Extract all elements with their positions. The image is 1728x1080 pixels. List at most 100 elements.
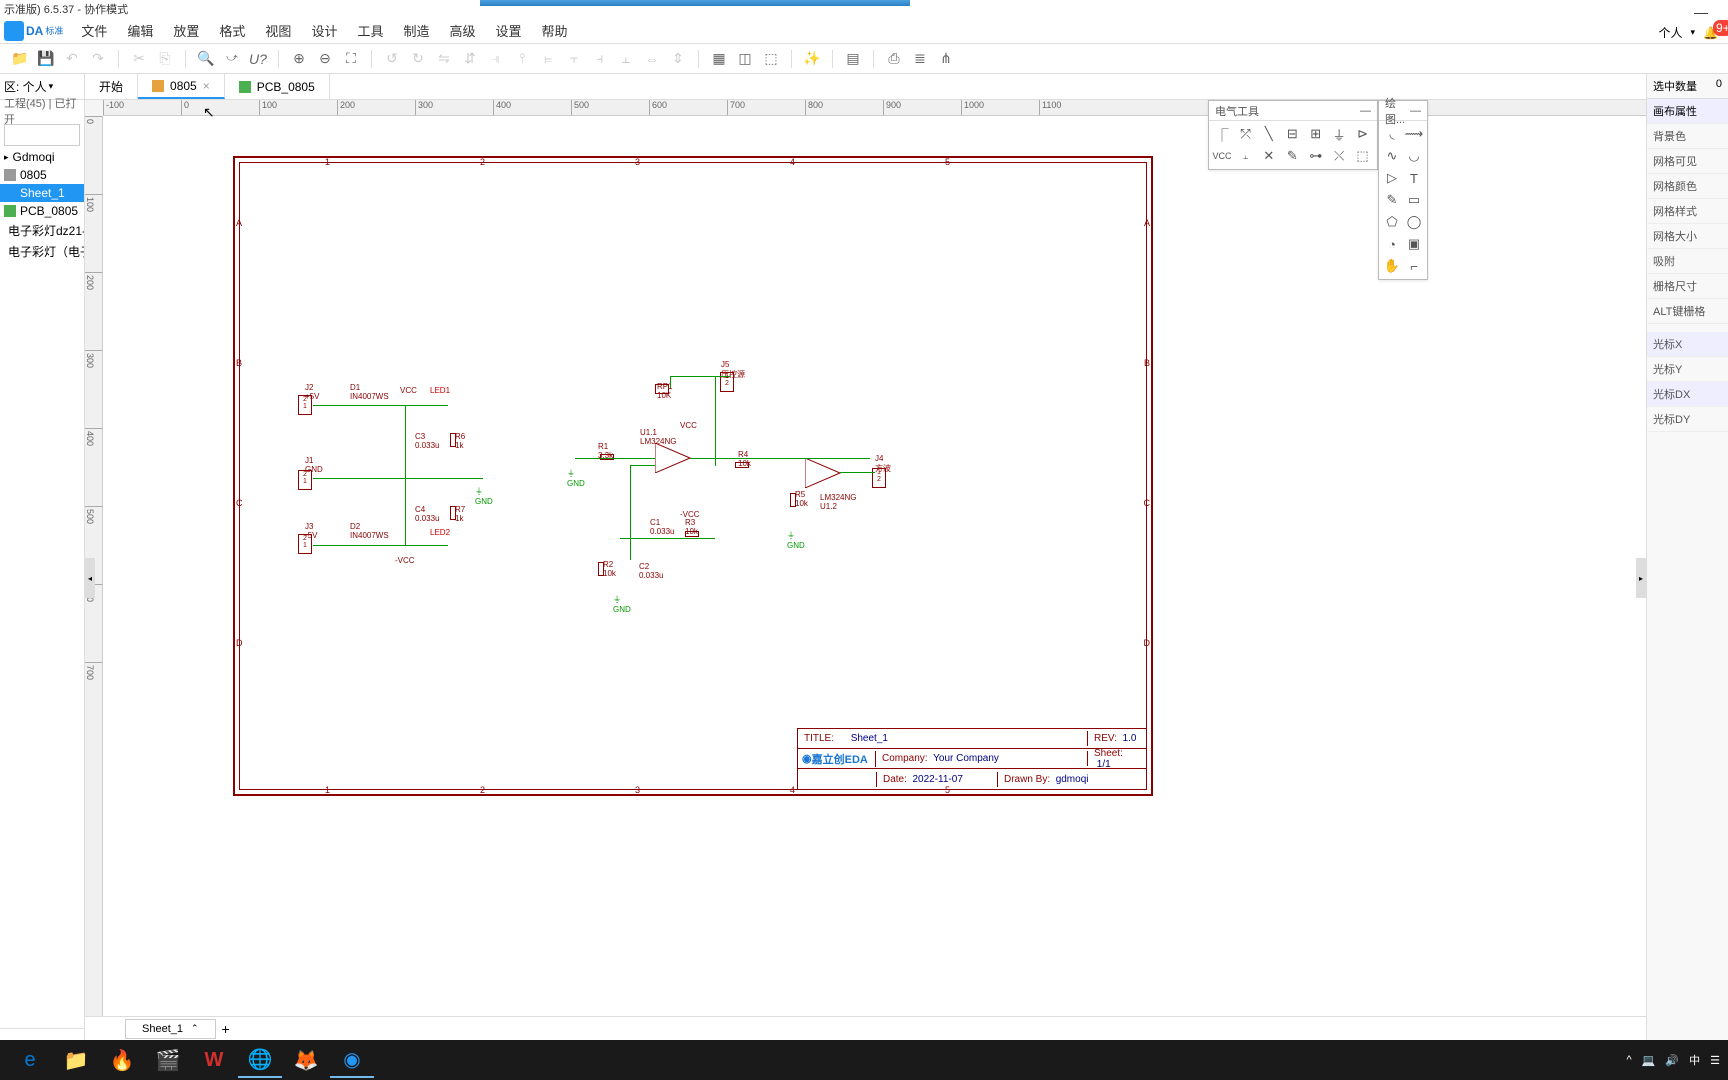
tree-item-0805[interactable]: 0805 [0, 166, 84, 184]
align-center-button[interactable]: ⫯ [510, 47, 534, 71]
pan-icon[interactable]: ✋ [1381, 255, 1403, 277]
layer-button[interactable]: ◫ [733, 47, 757, 71]
redo-button[interactable]: ↷ [86, 47, 110, 71]
zoom-out-button[interactable]: ⊖ [313, 47, 337, 71]
user-label[interactable]: 个人 [1659, 24, 1683, 41]
net-icon[interactable]: ⤱ [1234, 123, 1256, 145]
vcc-icon[interactable]: VCC [1211, 145, 1233, 167]
eda-app[interactable]: ◉ [330, 1042, 374, 1078]
edge-browser[interactable]: e [8, 1042, 52, 1078]
menu-place[interactable]: 放置 [163, 17, 209, 44]
prop-snap[interactable]: 吸附 [1647, 249, 1728, 274]
prop-grid-visible[interactable]: 网格可见 [1647, 149, 1728, 174]
tab-0805[interactable]: 0805 × [138, 74, 225, 99]
tree-item-sheet1[interactable]: Sheet_1 [0, 184, 84, 202]
rotate-left-button[interactable]: ↺ [380, 47, 404, 71]
rect-icon[interactable]: ▭ [1403, 189, 1425, 211]
electrical-tools-panel[interactable]: 电气工具 — ⎾ ⤱ ╲ ⊟ ⊞ ⏚ ⊳ VCC ⫠ ✕ ✎ ⊶ ⤬ ⬚ [1208, 100, 1378, 170]
circle-arc-icon[interactable]: ◡ [1403, 145, 1425, 167]
menu-advanced[interactable]: 高级 [439, 17, 485, 44]
replace-button[interactable]: ⤻ [220, 47, 244, 71]
tab-pcb0805[interactable]: PCB_0805 [225, 74, 330, 99]
drc-button[interactable]: ✨ [800, 47, 824, 71]
menu-file[interactable]: 文件 [71, 17, 117, 44]
search-button[interactable]: 🔍 [194, 47, 218, 71]
align-middle-button[interactable]: ⫞ [588, 47, 612, 71]
tab-start[interactable]: 开始 [85, 74, 138, 99]
port-icon[interactable]: ⊳ [1352, 123, 1374, 145]
component-button[interactable]: ▦ [707, 47, 731, 71]
pie-icon[interactable]: ◔ [1381, 233, 1403, 255]
image-icon[interactable]: ▣ [1403, 233, 1425, 255]
minimize-button[interactable]: — [1694, 4, 1708, 20]
footprint-button[interactable]: ⬚ [759, 47, 783, 71]
drawing-tools-panel[interactable]: 绘图... — ◟ ⟿ ∿ ◡ ▷ T ✎ ▭ ⬠ ◯ ◔ ▣ ✋ ⌐ [1378, 100, 1428, 280]
align-left-button[interactable]: ⫣ [484, 47, 508, 71]
left-search-input[interactable] [4, 124, 80, 146]
app-logo[interactable]: DA 标准 [4, 21, 63, 41]
wire-icon[interactable]: ⎾ [1211, 123, 1233, 145]
select-icon[interactable]: ⬚ [1352, 145, 1374, 167]
align-right-button[interactable]: ⫢ [536, 47, 560, 71]
tray-ime[interactable]: 中 [1689, 1052, 1700, 1068]
menu-help[interactable]: 帮助 [532, 17, 578, 44]
line-icon[interactable]: ╲ [1258, 123, 1280, 145]
left-scrollbar[interactable] [0, 1028, 84, 1040]
rotate-right-button[interactable]: ↻ [406, 47, 430, 71]
curve-icon[interactable]: ∿ [1381, 145, 1403, 167]
undo-button[interactable]: ↶ [60, 47, 84, 71]
canvas-props-section[interactable]: 画布属性 [1647, 99, 1728, 124]
arrow-icon[interactable]: ▷ [1381, 167, 1403, 189]
zoom-in-button[interactable]: ⊕ [287, 47, 311, 71]
menu-manufacture[interactable]: 制造 [393, 17, 439, 44]
distribute-v-button[interactable]: ⇕ [666, 47, 690, 71]
prop-grid-style[interactable]: 网格样式 [1647, 199, 1728, 224]
noerc-icon[interactable]: ✕ [1258, 145, 1280, 167]
ellipse-icon[interactable]: ◯ [1403, 211, 1425, 233]
junction-icon[interactable]: ⊶ [1305, 145, 1327, 167]
close-icon[interactable]: × [203, 79, 210, 93]
menu-edit[interactable]: 编辑 [117, 17, 163, 44]
bolt-icon[interactable]: ⟿ [1403, 123, 1425, 145]
export-button[interactable]: ⎙ [882, 47, 906, 71]
distribute-h-button[interactable]: ⇔ [640, 47, 664, 71]
align-top-button[interactable]: ⫟ [562, 47, 586, 71]
zoom-fit-button[interactable]: ⛶ [339, 47, 363, 71]
prop-bg-color[interactable]: 背景色 [1647, 124, 1728, 149]
cut-button[interactable]: ✂ [127, 47, 151, 71]
pin-icon[interactable]: ✎ [1281, 145, 1303, 167]
prop-grid-color[interactable]: 网格颜色 [1647, 174, 1728, 199]
minimize-icon[interactable]: — [1410, 105, 1421, 117]
prop-alt-grid[interactable]: ALT键栅格 [1647, 299, 1728, 324]
text-icon[interactable]: T [1403, 167, 1425, 189]
arc-icon[interactable]: ◟ [1381, 123, 1403, 145]
origin-icon[interactable]: ⌐ [1403, 255, 1425, 277]
minimize-icon[interactable]: — [1360, 105, 1371, 117]
tray-network-icon[interactable]: 💻 [1642, 1054, 1656, 1067]
firefox-browser[interactable]: 🦊 [284, 1042, 328, 1078]
align-bottom-button[interactable]: ⫠ [614, 47, 638, 71]
polygon-icon[interactable]: ⬠ [1381, 211, 1403, 233]
flip-v-button[interactable]: ⇵ [458, 47, 482, 71]
flip-h-button[interactable]: ⇋ [432, 47, 456, 71]
bus-icon[interactable]: ⊟ [1281, 123, 1303, 145]
tray-volume-icon[interactable]: 🔊 [1665, 1054, 1679, 1067]
open-folder-button[interactable]: 📁 [8, 47, 32, 71]
tree-item-dz21[interactable]: 电子彩灯dz21-34 [0, 220, 84, 241]
layers-button[interactable]: ≣ [908, 47, 932, 71]
menu-design[interactable]: 设计 [301, 17, 347, 44]
chrome-browser[interactable]: 🌐 [238, 1042, 282, 1078]
share-button[interactable]: ⋔ [934, 47, 958, 71]
app-red[interactable]: 🔥 [100, 1042, 144, 1078]
video-app[interactable]: 🎬 [146, 1042, 190, 1078]
tray-more-icon[interactable]: ☰ [1710, 1054, 1720, 1067]
pencil-icon[interactable]: ✎ [1381, 189, 1403, 211]
file-explorer[interactable]: 📁 [54, 1042, 98, 1078]
collapse-right-handle[interactable]: ▸ [1636, 558, 1646, 598]
copy-button[interactable]: ⎘ [153, 47, 177, 71]
tray-chevron[interactable]: ^ [1627, 1054, 1632, 1066]
chevron-up-down-icon[interactable]: ⌃ [191, 1023, 199, 1034]
netlabel-icon[interactable]: ⊞ [1305, 123, 1327, 145]
sheet-tab-1[interactable]: Sheet_1 ⌃ [125, 1019, 216, 1039]
prop-grid-size[interactable]: 网格大小 [1647, 224, 1728, 249]
